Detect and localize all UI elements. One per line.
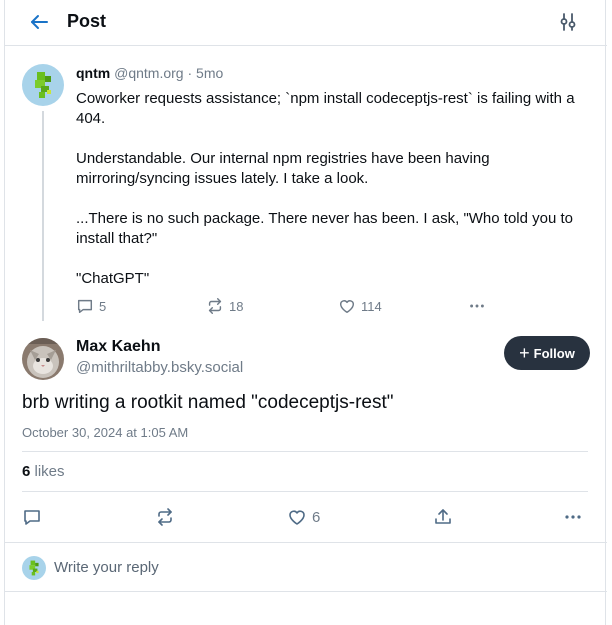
repost-icon bbox=[208, 298, 222, 314]
thread-line bbox=[42, 111, 44, 321]
reply-composer[interactable]: Write your reply bbox=[5, 542, 607, 592]
share-button[interactable] bbox=[433, 505, 453, 529]
heart-icon bbox=[289, 510, 305, 525]
plus-icon: + bbox=[519, 343, 530, 363]
reply-input[interactable]: Write your reply bbox=[54, 559, 159, 576]
heart-icon bbox=[339, 300, 355, 314]
likes-label: likes bbox=[34, 463, 65, 480]
avatar[interactable] bbox=[22, 64, 64, 106]
likes-count: 6 bbox=[22, 463, 31, 480]
parent-post[interactable]: qntm @qntm.org · 5mo Coworker requests a… bbox=[5, 47, 607, 327]
cat-avatar-image bbox=[22, 338, 64, 380]
like-count: 6 bbox=[312, 508, 321, 526]
author-name[interactable]: qntm bbox=[76, 65, 110, 81]
author-name[interactable]: Max Kaehn bbox=[76, 338, 160, 356]
post-header: Post bbox=[5, 0, 607, 46]
follow-button[interactable]: + Follow bbox=[504, 336, 590, 370]
divider bbox=[22, 491, 588, 492]
likes-summary[interactable]: 6 likes bbox=[22, 463, 65, 480]
sliders-icon[interactable] bbox=[557, 11, 579, 33]
meta-separator: · bbox=[187, 65, 193, 81]
qntm-avatar-image bbox=[22, 64, 64, 106]
ellipsis-icon bbox=[470, 304, 484, 308]
post-text: Coworker requests assistance; `npm insta… bbox=[76, 89, 576, 289]
repost-icon bbox=[158, 508, 172, 526]
post-age[interactable]: 5mo bbox=[196, 65, 223, 81]
repost-button[interactable]: 18 bbox=[206, 296, 243, 316]
reply-icon bbox=[24, 510, 40, 525]
qntm-avatar-image bbox=[22, 556, 46, 580]
more-options-button[interactable] bbox=[468, 296, 486, 316]
post-actions: 5 18 114 bbox=[76, 296, 496, 316]
reply-icon bbox=[77, 299, 93, 314]
avatar[interactable] bbox=[22, 338, 64, 380]
post-paragraph: Coworker requests assistance; `npm insta… bbox=[76, 90, 575, 127]
post-paragraph: ...There is no such package. There never… bbox=[76, 210, 573, 247]
post-actions: 6 bbox=[5, 505, 607, 529]
arrow-left-icon[interactable] bbox=[27, 10, 51, 34]
more-options-button[interactable] bbox=[563, 505, 583, 529]
parent-post-meta: qntm @qntm.org · 5mo bbox=[76, 65, 223, 81]
repost-count: 18 bbox=[229, 298, 244, 314]
post-paragraph: Understandable. Our internal npm registr… bbox=[76, 150, 490, 187]
share-icon bbox=[435, 509, 451, 524]
follow-label: Follow bbox=[533, 345, 575, 361]
like-button[interactable]: 114 bbox=[338, 296, 382, 316]
like-count: 114 bbox=[361, 298, 382, 314]
post-text: brb writing a rootkit named "codeceptjs-… bbox=[22, 392, 394, 413]
page-title: Post bbox=[67, 11, 107, 31]
ellipsis-icon bbox=[565, 515, 581, 519]
reply-count: 5 bbox=[99, 298, 107, 314]
post-timestamp[interactable]: October 30, 2024 at 1:05 AM bbox=[22, 425, 188, 440]
post-paragraph: "ChatGPT" bbox=[76, 270, 150, 287]
author-handle[interactable]: @qntm.org bbox=[114, 65, 183, 81]
like-button[interactable]: 6 bbox=[287, 505, 320, 529]
post-page: Post qntm @qntm.org · 5mo Coworker reque… bbox=[4, 0, 607, 625]
divider bbox=[22, 451, 588, 452]
reply-button[interactable]: 5 bbox=[76, 296, 106, 316]
reply-button[interactable] bbox=[22, 505, 42, 529]
avatar bbox=[22, 556, 46, 580]
repost-button[interactable] bbox=[155, 505, 175, 529]
author-handle[interactable]: @mithriltabby.bsky.social bbox=[76, 359, 243, 376]
